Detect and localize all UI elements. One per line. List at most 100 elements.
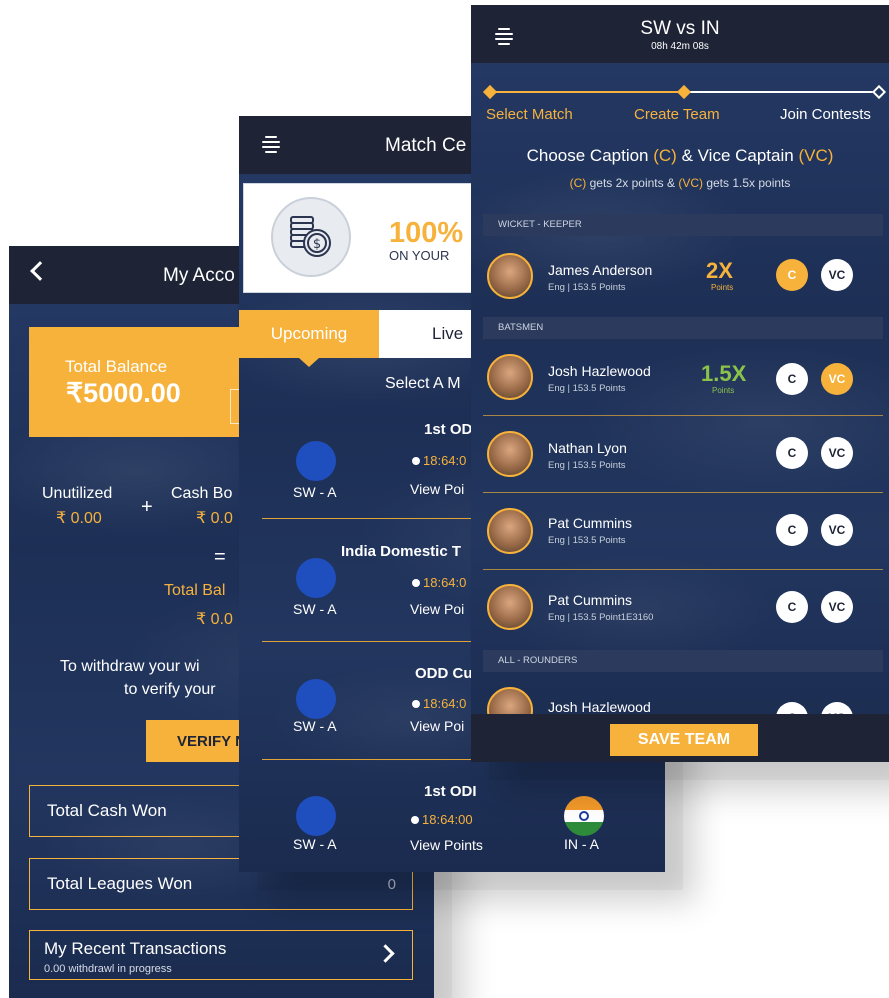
sw-flag-icon <box>296 558 336 598</box>
team1-label: SW - A <box>293 718 337 734</box>
captain-button[interactable]: C <box>776 437 808 469</box>
player-avatar <box>487 354 533 400</box>
choose-captain-heading: Choose Caption (C) & Vice Captain (VC) <box>526 146 834 165</box>
unutilized-label: Unutilized <box>42 485 113 502</box>
total-leagues-won-label: Total Leagues Won <box>47 874 193 893</box>
player-row[interactable]: Pat Cummins Eng | 153.5 Point1E3160 C VC <box>483 570 883 646</box>
clock-icon <box>412 457 420 465</box>
vice-captain-button[interactable]: VC <box>821 363 853 395</box>
match-timer: 18:64:00 <box>422 812 473 827</box>
equals-sign: = <box>214 546 226 568</box>
match-name: 1st ODI <box>424 783 477 800</box>
player-row[interactable]: Pat Cummins Eng | 153.5 Points C VC <box>483 493 883 569</box>
match-center-title: Match Ce <box>385 135 467 156</box>
menu-icon[interactable] <box>262 136 280 153</box>
total-bal-value: ₹ 0.0 <box>196 611 233 628</box>
recent-transactions-subtitle: 0.00 withdrawl in progress <box>44 963 172 975</box>
recent-transactions-row[interactable]: My Recent Transactions 0.00 withdrawl in… <box>29 930 413 980</box>
player-name: Josh Hazlewood <box>548 363 651 379</box>
total-bal-label: Total Bal <box>164 582 226 599</box>
view-points-link[interactable]: View Poi <box>410 601 464 617</box>
step-join-contests[interactable]: Join Contests <box>780 106 871 123</box>
sw-flag-icon <box>296 796 336 836</box>
player-row[interactable]: Josh Hazlewood C VC <box>483 672 883 714</box>
unutilized-value: ₹ 0.00 <box>56 510 102 527</box>
section-batsmen: BATSMEN <box>483 317 883 339</box>
promo-subline: ON YOUR <box>389 248 450 263</box>
captain-button[interactable]: C <box>776 702 808 714</box>
cash-bonus-label: Cash Bo <box>171 485 233 502</box>
tab-live[interactable]: Live <box>432 324 463 344</box>
sw-flag-icon <box>296 441 336 481</box>
player-row[interactable]: Josh Hazlewood Eng | 153.5 Points 1.5X P… <box>483 339 883 415</box>
match-name: 1st OD <box>424 421 473 438</box>
view-points-link[interactable]: View Poi <box>410 718 464 734</box>
step-select-match[interactable]: Select Match <box>486 106 573 123</box>
step-diamond-icon <box>871 84 887 100</box>
chevron-right-icon[interactable] <box>376 944 395 963</box>
vice-captain-button[interactable]: VC <box>821 591 853 623</box>
countdown-timer: 08h 42m 08s <box>651 41 709 52</box>
captain-button[interactable]: C <box>776 259 808 291</box>
save-team-button[interactable]: SAVE TEAM <box>610 724 758 756</box>
total-balance-label: Total Balance <box>65 357 168 376</box>
vice-captain-button[interactable]: VC <box>821 514 853 546</box>
captain-button[interactable]: C <box>776 514 808 546</box>
player-name: Nathan Lyon <box>548 440 627 456</box>
select-match-heading: Select A M <box>385 375 461 392</box>
captain-button[interactable]: C <box>776 363 808 395</box>
view-points-link[interactable]: View Poi <box>410 481 464 497</box>
match-title: SW vs IN <box>640 18 720 39</box>
withdraw-info-line1: To withdraw your wi <box>60 658 200 675</box>
cash-bonus-value: ₹ 0.0 <box>196 510 233 527</box>
team1-label: SW - A <box>293 484 337 500</box>
match-name: India Domestic T <box>341 543 462 560</box>
player-meta: Eng | 153.5 Points <box>548 535 626 546</box>
player-avatar <box>487 431 533 477</box>
back-arrow-icon[interactable] <box>30 261 50 281</box>
total-leagues-won-value: 0 <box>387 876 396 893</box>
plus-sign: + <box>141 496 153 518</box>
team-selection-screen: SW vs IN 08h 42m 08s Select Match Create… <box>471 5 889 762</box>
stepper-line-done <box>490 91 685 93</box>
total-balance-value: ₹5000.00 <box>66 378 181 408</box>
section-all-rounders: ALL - ROUNDERS <box>483 650 883 672</box>
captain-button[interactable]: C <box>776 591 808 623</box>
captain-points-info: (C) gets 2x points & (VC) gets 1.5x poin… <box>569 176 791 190</box>
multiplier: 1.5X <box>701 361 747 386</box>
player-avatar <box>487 687 533 714</box>
vice-captain-button[interactable]: VC <box>821 702 853 714</box>
clock-icon <box>412 700 420 708</box>
vice-captain-button[interactable]: VC <box>821 259 853 291</box>
player-avatar <box>487 584 533 630</box>
player-name: Pat Cummins <box>548 515 633 531</box>
match-timer: 18:64:0 <box>423 453 467 468</box>
player-meta: Eng | 153.5 Points <box>548 460 626 471</box>
sw-flag-icon <box>296 679 336 719</box>
step-diamond-icon <box>482 84 498 100</box>
player-row[interactable]: Nathan Lyon Eng | 153.5 Points C VC <box>483 416 883 492</box>
step-create-team[interactable]: Create Team <box>634 106 720 123</box>
player-row[interactable]: James Anderson Eng | 153.5 Points 2X Poi… <box>483 236 883 314</box>
match-timer: 18:64:0 <box>423 575 467 590</box>
match-timer: 18:64:0 <box>423 696 467 711</box>
account-title: My Acco <box>163 265 235 286</box>
player-meta: Eng | 153.5 Point1E3160 <box>548 612 654 623</box>
stepper-line-todo <box>685 91 881 93</box>
promo-headline: 100% <box>389 217 464 249</box>
player-name: James Anderson <box>548 262 653 278</box>
team2-label: IN - A <box>564 836 600 852</box>
step-diamond-icon <box>676 84 692 100</box>
multiplier-label: Points <box>712 386 735 395</box>
player-avatar <box>487 253 533 299</box>
player-avatar <box>487 508 533 554</box>
recent-transactions-title: My Recent Transactions <box>44 939 227 958</box>
team-header: SW vs IN 08h 42m 08s <box>471 5 889 63</box>
team1-label: SW - A <box>293 836 337 852</box>
svg-text:$: $ <box>313 237 321 252</box>
withdraw-info-line2: to verify your <box>124 681 216 698</box>
clock-icon <box>412 579 420 587</box>
vice-captain-button[interactable]: VC <box>821 437 853 469</box>
tab-upcoming[interactable]: Upcoming <box>239 310 379 367</box>
view-points-link[interactable]: View Points <box>410 837 483 853</box>
